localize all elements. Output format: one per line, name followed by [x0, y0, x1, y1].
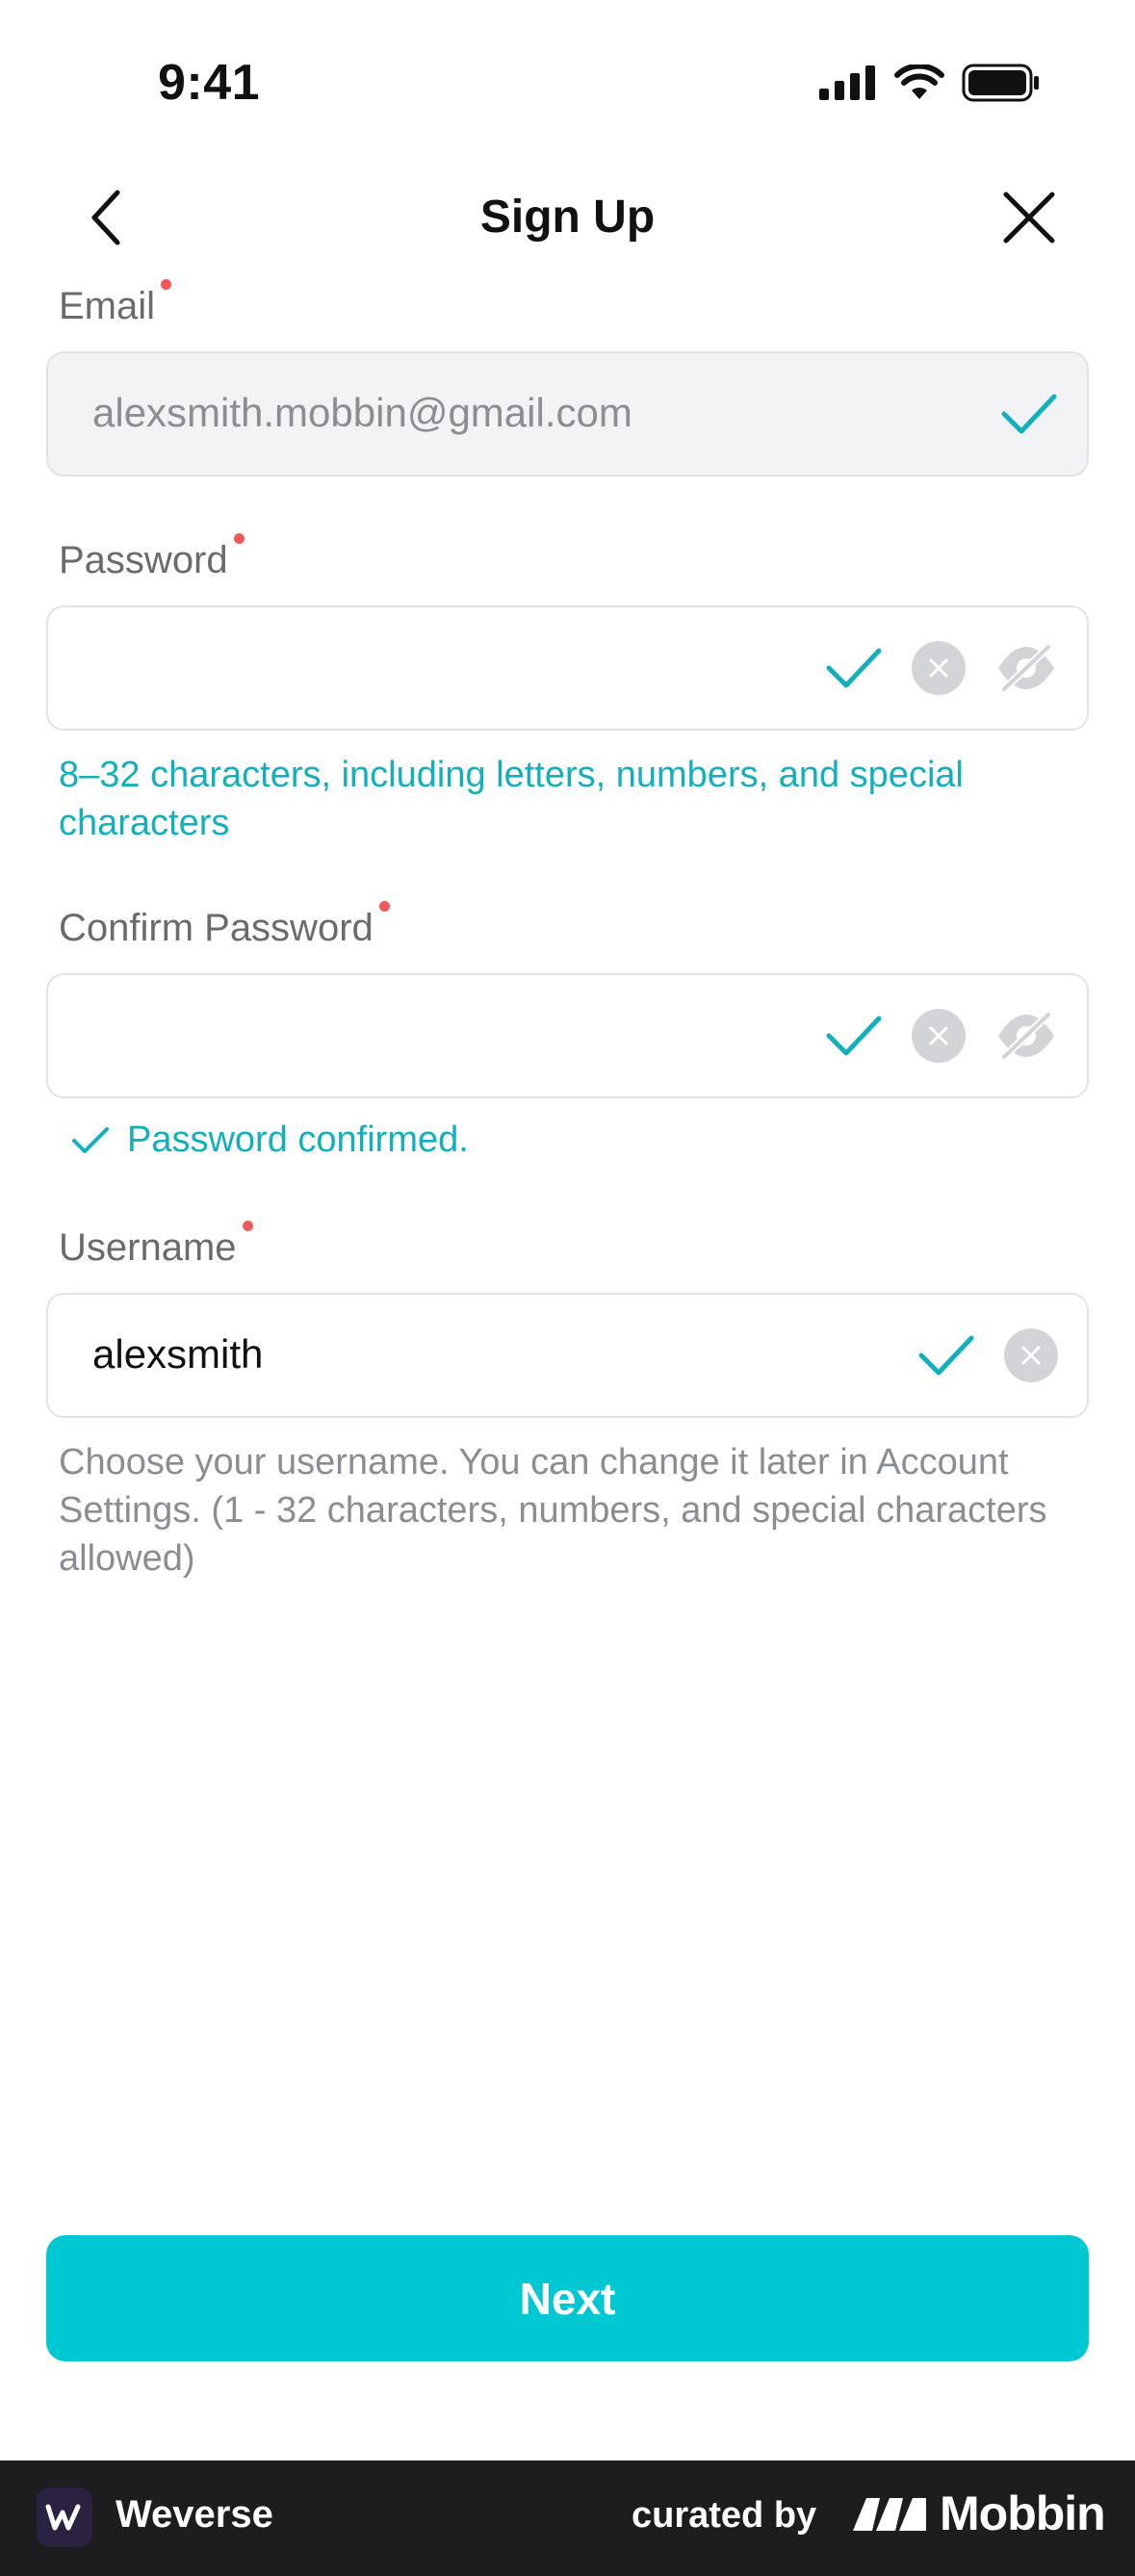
next-button[interactable]: Next: [46, 2235, 1089, 2361]
battery-icon: [962, 64, 1039, 102]
password-label-text: Password: [59, 539, 228, 581]
email-label: Email: [59, 279, 172, 328]
confirm-password-label: Confirm Password: [59, 901, 390, 950]
clear-icon: [929, 658, 948, 678]
clear-icon: [1021, 1346, 1041, 1365]
password-field-icons: [825, 607, 1058, 729]
mobbin-logo: Mobbin: [851, 2486, 1106, 2541]
page-title: Sign Up: [479, 192, 656, 243]
required-indicator: [378, 901, 390, 912]
checkmark-icon: [1001, 394, 1057, 434]
status-time: 9:41: [158, 55, 261, 111]
email-field-icons: [1000, 353, 1058, 475]
clear-icon: [929, 1026, 948, 1045]
checkmark-icon: [826, 648, 882, 688]
confirm-password-label-text: Confirm Password: [59, 907, 374, 949]
wifi-icon: [894, 64, 944, 99]
email-label-text: Email: [59, 285, 156, 327]
required-indicator: [242, 1221, 253, 1231]
required-indicator: [161, 279, 172, 290]
username-field-icons: [917, 1295, 1058, 1416]
close-icon: [1003, 192, 1055, 244]
username-label-text: Username: [59, 1226, 237, 1269]
username-label: Username: [59, 1221, 253, 1270]
status-bar: 9:41: [0, 0, 1135, 164]
nav-bar: Sign Up: [0, 173, 1135, 260]
status-icons: [819, 64, 1041, 102]
username-value: alexsmith: [92, 1331, 264, 1377]
weverse-logo-icon: [37, 2487, 92, 2547]
password-hint: 8–32 characters, including letters, numb…: [59, 755, 964, 843]
eye-off-icon[interactable]: [994, 641, 1058, 695]
checkmark-icon: [918, 1335, 974, 1376]
mobbin-text: Mobbin: [940, 2486, 1106, 2540]
confirm-password-field[interactable]: [46, 973, 1089, 1098]
clear-password-button[interactable]: [912, 641, 966, 695]
footer-curated-by: curated by: [632, 2495, 817, 2536]
confirm-password-field-icons: [825, 975, 1058, 1096]
clear-username-button[interactable]: [1004, 1328, 1058, 1382]
footer-bar: Weverse curated by Mobbin: [0, 2460, 1135, 2576]
clear-confirm-password-button[interactable]: [912, 1009, 966, 1063]
email-field[interactable]: alexsmith.mobbin@gmail.com: [46, 351, 1089, 477]
password-label: Password: [59, 533, 245, 582]
mobbin-logo-icon: [853, 2498, 926, 2531]
required-indicator: [233, 533, 245, 544]
password-confirmed-status: Password confirmed.: [71, 1120, 469, 1161]
password-confirmed-text: Password confirmed.: [127, 1120, 469, 1160]
email-value: alexsmith.mobbin@gmail.com: [92, 390, 632, 435]
eye-off-icon[interactable]: [994, 1009, 1058, 1063]
checkmark-icon: [72, 1126, 109, 1153]
username-hint: Choose your username. You can change it …: [59, 1442, 1047, 1579]
password-field[interactable]: [46, 605, 1089, 731]
cellular-signal-icon: [819, 65, 875, 100]
checkmark-icon: [826, 1016, 882, 1056]
username-field[interactable]: alexsmith: [46, 1293, 1089, 1418]
close-button[interactable]: [1000, 189, 1058, 246]
footer-brand: Weverse: [116, 2493, 273, 2536]
weverse-w-icon: [45, 2504, 81, 2531]
